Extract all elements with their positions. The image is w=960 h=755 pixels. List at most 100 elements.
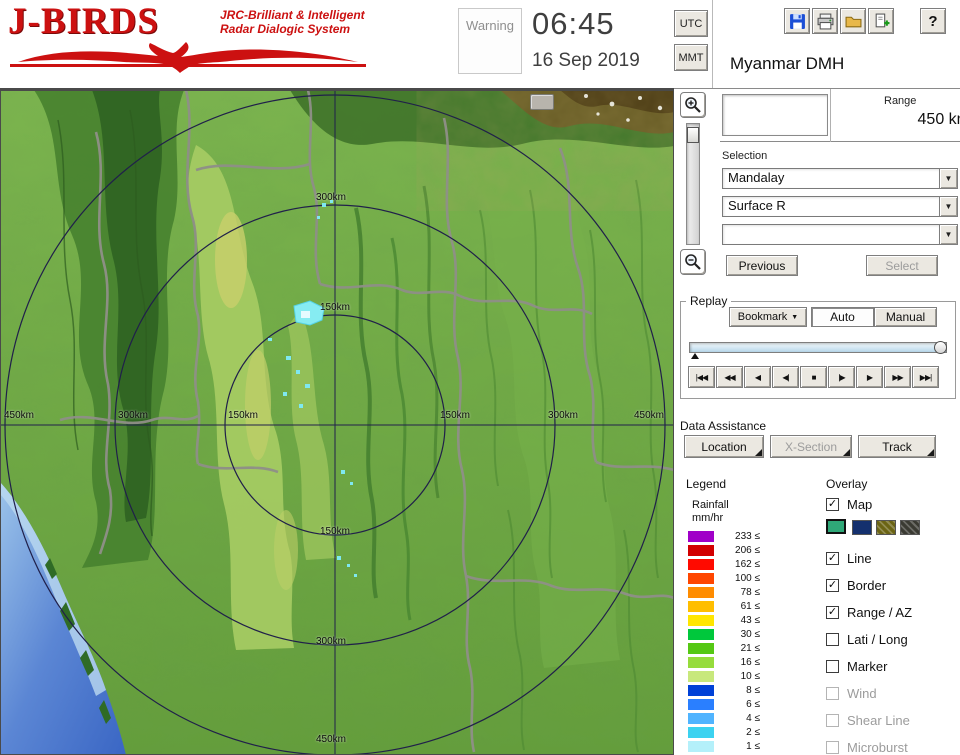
select-label: Select: [885, 258, 919, 273]
overlay-item-label: Microburst: [847, 740, 908, 755]
xsection-button[interactable]: X-Section: [770, 435, 852, 458]
utc-button[interactable]: UTC: [674, 10, 708, 37]
bookmark-button[interactable]: Bookmark ▼: [729, 307, 807, 327]
checkbox[interactable]: ✓: [826, 498, 839, 511]
map-style-swatch[interactable]: [900, 520, 920, 535]
legend-entry: 16 ≤: [688, 656, 760, 669]
location-button[interactable]: Location: [684, 435, 764, 458]
zoom-in-button[interactable]: [680, 92, 706, 118]
step-back-button[interactable]: ◀|: [772, 366, 799, 388]
legend-entry: 21 ≤: [688, 642, 760, 655]
legend-swatch: [688, 671, 714, 682]
checkbox[interactable]: ✓: [826, 552, 839, 565]
site-dropdown-value: Mandalay: [722, 168, 939, 189]
mmt-button[interactable]: MMT: [674, 44, 708, 71]
ring-label: 150km: [320, 302, 351, 313]
legend-entry: 162 ≤: [688, 558, 760, 571]
legend-swatch: [688, 615, 714, 626]
legend-entry: 43 ≤: [688, 614, 760, 627]
ring-label: 150km: [228, 410, 259, 421]
zoom-slider-thumb[interactable]: [687, 127, 699, 143]
auto-label: Auto: [830, 310, 855, 324]
save-button[interactable]: [784, 8, 810, 34]
station-name: Myanmar DMH: [730, 54, 845, 73]
zoom-out-button[interactable]: [680, 249, 706, 275]
logo-subtitle: JRC-Brilliant & Intelligent Radar Dialog…: [220, 8, 365, 36]
ring-label: 450km: [316, 734, 347, 745]
radar-map-canvas: [0, 89, 675, 755]
legend-swatch: [688, 713, 714, 724]
auto-button[interactable]: Auto: [811, 307, 874, 327]
checkbox[interactable]: [826, 660, 839, 673]
zoom-slider[interactable]: [686, 123, 700, 245]
export-button[interactable]: [868, 8, 894, 34]
ring-label: 300km: [316, 192, 347, 203]
range-divider: [830, 89, 831, 142]
legend-swatch: [688, 699, 714, 710]
legend-entry: 1 ≤: [688, 740, 760, 753]
overlay-item-marker[interactable]: Marker: [826, 659, 887, 674]
manual-button[interactable]: Manual: [874, 307, 937, 327]
step-fwd-button[interactable]: |▶: [828, 366, 855, 388]
track-button[interactable]: Track: [858, 435, 936, 458]
checkbox[interactable]: ✓: [826, 606, 839, 619]
slider-start-marker-icon: [691, 353, 699, 359]
legend-swatch: [688, 629, 714, 640]
go-last-button[interactable]: ▶▶|: [912, 366, 939, 388]
track-label: Track: [882, 439, 912, 454]
overlay-item-label: Lati / Long: [847, 632, 908, 647]
overlay-item-label: Shear Line: [847, 713, 910, 728]
mmt-label: MMT: [678, 51, 704, 64]
legend-entry: 10 ≤: [688, 670, 760, 683]
rewind-button[interactable]: ◀◀: [716, 366, 743, 388]
map-style-swatch[interactable]: [826, 519, 846, 534]
magnifier-minus-icon: [685, 254, 701, 270]
previous-button[interactable]: Previous: [726, 255, 798, 276]
ring-label: 150km: [320, 526, 351, 537]
site-dropdown[interactable]: Mandalay ▼: [722, 168, 958, 189]
replay-slider[interactable]: [689, 341, 947, 359]
play-back-button[interactable]: ◀: [744, 366, 771, 388]
range-readout-box: [722, 94, 828, 136]
extra-dropdown[interactable]: ▼: [722, 224, 958, 245]
overlay-item-map[interactable]: ✓ Map: [826, 497, 872, 512]
legend-entry: 2 ≤: [688, 726, 760, 739]
bookmark-label: Bookmark: [737, 311, 788, 323]
open-button[interactable]: [840, 8, 866, 34]
go-first-button[interactable]: |◀◀: [688, 366, 715, 388]
overlay-item-wind: Wind: [826, 686, 877, 701]
question-icon: ?: [928, 12, 938, 30]
map-tool-icon[interactable]: [530, 94, 554, 110]
print-button[interactable]: [812, 8, 838, 34]
fast-fwd-button[interactable]: ▶▶: [884, 366, 911, 388]
overlay-item-range-az[interactable]: ✓ Range / AZ: [826, 605, 912, 620]
checkbox: [826, 714, 839, 727]
overlay-item-line[interactable]: ✓ Line: [826, 551, 872, 566]
legend-entry: 8 ≤: [688, 684, 760, 697]
overlay-item-lati-long[interactable]: Lati / Long: [826, 632, 908, 647]
product-dropdown[interactable]: Surface R ▼: [722, 196, 958, 217]
magnifier-plus-icon: [685, 97, 701, 113]
checkbox[interactable]: [826, 633, 839, 646]
printer-icon: [817, 13, 833, 29]
map-style-swatch[interactable]: [876, 520, 896, 535]
stop-button[interactable]: ■: [800, 366, 827, 388]
map-style-swatch[interactable]: [852, 520, 872, 535]
help-button[interactable]: ?: [920, 8, 946, 34]
previous-label: Previous: [738, 258, 786, 273]
overlay-item-microburst: Microburst: [826, 740, 908, 755]
overlay-item-border[interactable]: ✓ Border: [826, 578, 886, 593]
extra-dropdown-value: [722, 224, 939, 245]
floppy-icon: [789, 13, 805, 29]
chevron-down-icon[interactable]: ▼: [939, 168, 958, 189]
clock-date: 16 Sep 2019: [532, 50, 640, 71]
legend-entry: 78 ≤: [688, 586, 760, 599]
select-button[interactable]: Select: [866, 255, 938, 276]
radar-map[interactable]: 300km 150km 450km 300km 150km 150km 300k…: [0, 88, 675, 755]
replay-label: Replay: [686, 294, 732, 308]
play-button[interactable]: ▶: [856, 366, 883, 388]
replay-slider-thumb[interactable]: [934, 341, 947, 354]
chevron-down-icon[interactable]: ▼: [939, 196, 958, 217]
checkbox[interactable]: ✓: [826, 579, 839, 592]
chevron-down-icon[interactable]: ▼: [939, 224, 958, 245]
